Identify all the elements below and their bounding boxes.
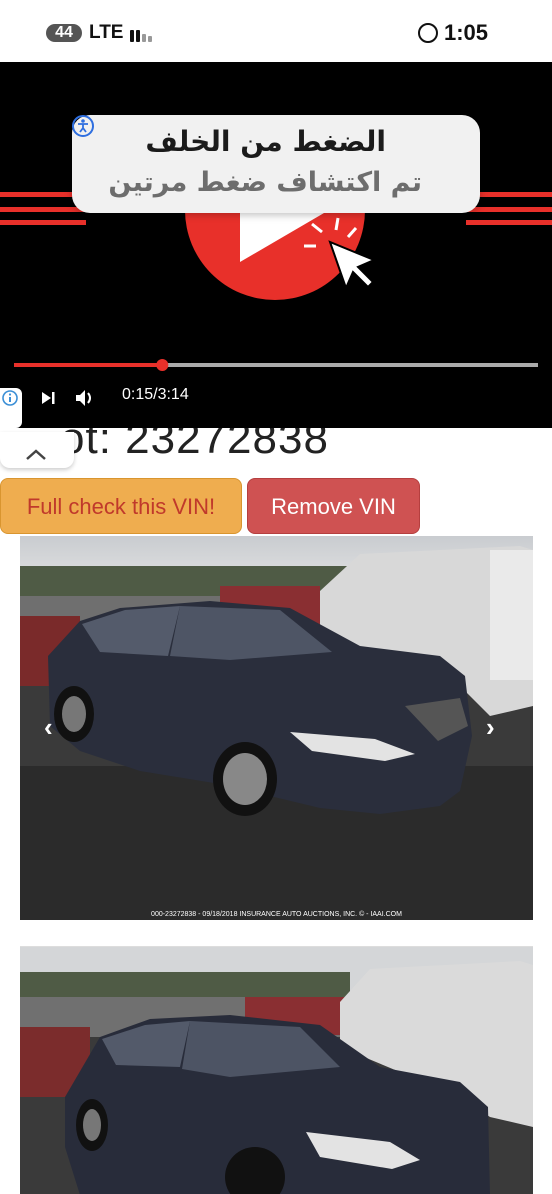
signal-bars-icon: [130, 26, 156, 42]
network-type: LTE: [89, 22, 124, 43]
progress-thumb: [156, 359, 169, 371]
remove-vin-button[interactable]: Remove VIN: [247, 478, 420, 534]
vehicle-photo: [20, 536, 533, 920]
status-bar: 44 LTE 1:05: [0, 0, 552, 62]
red-stripe-left-3: [0, 220, 86, 225]
vehicle-photo: [20, 947, 533, 1194]
carousel-prev-icon[interactable]: ‹: [44, 712, 53, 743]
face-icon: [418, 23, 438, 43]
toast-title: الضغط من الخلف: [145, 125, 386, 158]
vehicle-photo-2[interactable]: [20, 946, 533, 1194]
full-check-vin-button[interactable]: Full check this VIN!: [0, 478, 242, 534]
collapse-ad-button[interactable]: [0, 432, 74, 468]
clock: 1:05: [444, 20, 489, 45]
toast-subtitle: تم اكتشاف ضغط مرتين: [108, 167, 422, 198]
vehicle-photo-carousel[interactable]: ‹ › 000-23272838 - 09/18/2018 INSURANCE …: [20, 536, 533, 920]
photo-watermark: 000-23272838 - 09/18/2018 INSURANCE AUTO…: [151, 911, 402, 918]
progress-fill: [14, 363, 163, 367]
red-stripe-left-2: [0, 207, 86, 212]
video-time: 0:15/3:14: [122, 386, 189, 403]
adchoices-icon[interactable]: [0, 388, 22, 428]
lot-heading: ot: 23272838: [0, 428, 552, 476]
red-stripe-right-2: [466, 207, 552, 212]
signal-badge: 44: [46, 24, 82, 42]
video-player[interactable]: الضغط من الخلف تم اكتشاف ضغط مرتين 0:15/…: [0, 62, 552, 428]
chevron-up-icon: [26, 449, 46, 460]
red-stripe-right-3: [466, 220, 552, 225]
accessibility-toast: الضغط من الخلف تم اكتشاف ضغط مرتين: [72, 115, 480, 213]
lot-number-text: ot: 23272838: [60, 428, 329, 463]
accessibility-icon: [72, 115, 94, 137]
carousel-next-icon[interactable]: ›: [486, 712, 495, 743]
